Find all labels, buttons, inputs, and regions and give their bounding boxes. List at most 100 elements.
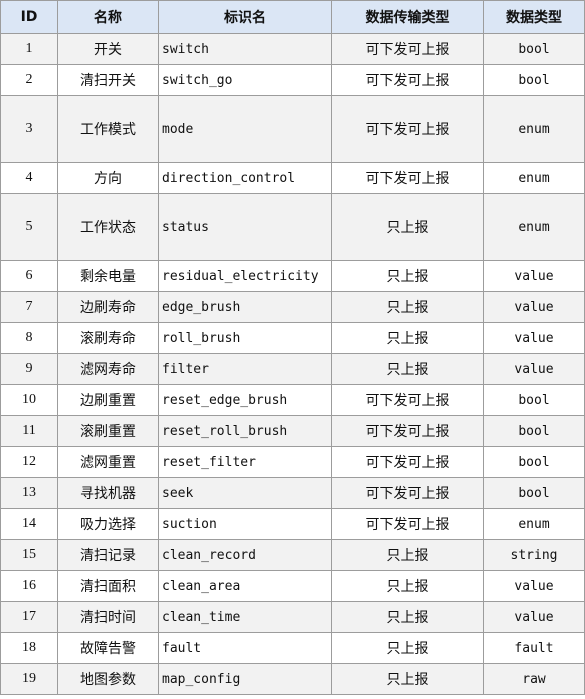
cell-identifier: reset_filter: [158, 446, 332, 478]
table-row: 9 滤网寿命 filter 只上报 value: [0, 353, 585, 385]
cell-transfer-type: 可下发可上报: [331, 162, 484, 194]
cell-data-type: bool: [483, 415, 585, 447]
cell-identifier: seek: [158, 477, 332, 509]
cell-identifier: status: [158, 193, 332, 261]
cell-name: 吸力选择: [57, 508, 159, 540]
table-row: 3 工作模式 mode 可下发可上报 enum: [0, 95, 585, 163]
cell-identifier: fault: [158, 632, 332, 664]
cell-id: 13: [0, 477, 58, 509]
table-row: 2 清扫开关 switch_go 可下发可上报 bool: [0, 64, 585, 96]
cell-transfer-type: 可下发可上报: [331, 508, 484, 540]
cell-data-type: fault: [483, 632, 585, 664]
cell-name: 工作模式: [57, 95, 159, 163]
cell-name: 方向: [57, 162, 159, 194]
header-id: ID: [0, 0, 58, 34]
table-row: 19 地图参数 map_config 只上报 raw: [0, 663, 585, 695]
cell-identifier: clean_record: [158, 539, 332, 571]
cell-identifier: residual_electricity: [158, 260, 332, 292]
cell-transfer-type: 只上报: [331, 663, 484, 695]
table-row: 5 工作状态 status 只上报 enum: [0, 193, 585, 261]
header-data-type: 数据类型: [483, 0, 585, 34]
cell-id: 2: [0, 64, 58, 96]
cell-name: 边刷重置: [57, 384, 159, 416]
cell-name: 工作状态: [57, 193, 159, 261]
table-row: 7 边刷寿命 edge_brush 只上报 value: [0, 291, 585, 323]
cell-data-type: value: [483, 601, 585, 633]
table-row: 1 开关 switch 可下发可上报 bool: [0, 33, 585, 65]
table-row: 17 清扫时间 clean_time 只上报 value: [0, 601, 585, 633]
cell-identifier: clean_time: [158, 601, 332, 633]
table-row: 10 边刷重置 reset_edge_brush 可下发可上报 bool: [0, 384, 585, 416]
cell-id: 12: [0, 446, 58, 478]
cell-data-type: value: [483, 353, 585, 385]
cell-id: 3: [0, 95, 58, 163]
cell-data-type: bool: [483, 477, 585, 509]
cell-identifier: suction: [158, 508, 332, 540]
header-transfer-type: 数据传输类型: [331, 0, 484, 34]
cell-transfer-type: 只上报: [331, 260, 484, 292]
header-name: 名称: [57, 0, 159, 34]
header-identifier: 标识名: [158, 0, 332, 34]
table-header-row: ID 名称 标识名 数据传输类型 数据类型: [0, 0, 585, 34]
table-row: 14 吸力选择 suction 可下发可上报 enum: [0, 508, 585, 540]
table-row: 6 剩余电量 residual_electricity 只上报 value: [0, 260, 585, 292]
cell-identifier: roll_brush: [158, 322, 332, 354]
cell-identifier: edge_brush: [158, 291, 332, 323]
cell-data-type: bool: [483, 33, 585, 65]
table-row: 8 滚刷寿命 roll_brush 只上报 value: [0, 322, 585, 354]
cell-identifier: filter: [158, 353, 332, 385]
cell-identifier: switch_go: [158, 64, 332, 96]
cell-id: 7: [0, 291, 58, 323]
cell-id: 11: [0, 415, 58, 447]
table-row: 18 故障告警 fault 只上报 fault: [0, 632, 585, 664]
cell-identifier: direction_control: [158, 162, 332, 194]
cell-data-type: value: [483, 570, 585, 602]
cell-transfer-type: 只上报: [331, 353, 484, 385]
cell-data-type: bool: [483, 64, 585, 96]
cell-name: 滚刷寿命: [57, 322, 159, 354]
table-row: 12 滤网重置 reset_filter 可下发可上报 bool: [0, 446, 585, 478]
cell-transfer-type: 只上报: [331, 322, 484, 354]
cell-transfer-type: 可下发可上报: [331, 64, 484, 96]
cell-name: 滤网寿命: [57, 353, 159, 385]
cell-id: 18: [0, 632, 58, 664]
cell-data-type: value: [483, 260, 585, 292]
cell-transfer-type: 只上报: [331, 601, 484, 633]
cell-transfer-type: 只上报: [331, 291, 484, 323]
table-row: 4 方向 direction_control 可下发可上报 enum: [0, 162, 585, 194]
cell-transfer-type: 可下发可上报: [331, 415, 484, 447]
cell-name: 滤网重置: [57, 446, 159, 478]
cell-data-type: value: [483, 291, 585, 323]
cell-identifier: reset_roll_brush: [158, 415, 332, 447]
cell-id: 4: [0, 162, 58, 194]
cell-transfer-type: 可下发可上报: [331, 477, 484, 509]
table-row: 15 清扫记录 clean_record 只上报 string: [0, 539, 585, 571]
table-row: 13 寻找机器 seek 可下发可上报 bool: [0, 477, 585, 509]
cell-id: 5: [0, 193, 58, 261]
cell-transfer-type: 只上报: [331, 539, 484, 571]
cell-id: 8: [0, 322, 58, 354]
datapoint-table: ID 名称 标识名 数据传输类型 数据类型 1 开关 switch 可下发可上报 boo…: [0, 0, 585, 695]
cell-id: 19: [0, 663, 58, 695]
cell-id: 1: [0, 33, 58, 65]
cell-data-type: enum: [483, 508, 585, 540]
cell-id: 17: [0, 601, 58, 633]
cell-data-type: bool: [483, 384, 585, 416]
cell-data-type: raw: [483, 663, 585, 695]
cell-name: 开关: [57, 33, 159, 65]
cell-identifier: clean_area: [158, 570, 332, 602]
cell-id: 15: [0, 539, 58, 571]
cell-name: 故障告警: [57, 632, 159, 664]
cell-data-type: enum: [483, 193, 585, 261]
cell-identifier: switch: [158, 33, 332, 65]
cell-transfer-type: 只上报: [331, 632, 484, 664]
table-row: 11 滚刷重置 reset_roll_brush 可下发可上报 bool: [0, 415, 585, 447]
cell-id: 6: [0, 260, 58, 292]
cell-name: 寻找机器: [57, 477, 159, 509]
cell-identifier: map_config: [158, 663, 332, 695]
cell-transfer-type: 可下发可上报: [331, 446, 484, 478]
cell-name: 滚刷重置: [57, 415, 159, 447]
cell-data-type: enum: [483, 162, 585, 194]
cell-id: 14: [0, 508, 58, 540]
cell-name: 地图参数: [57, 663, 159, 695]
